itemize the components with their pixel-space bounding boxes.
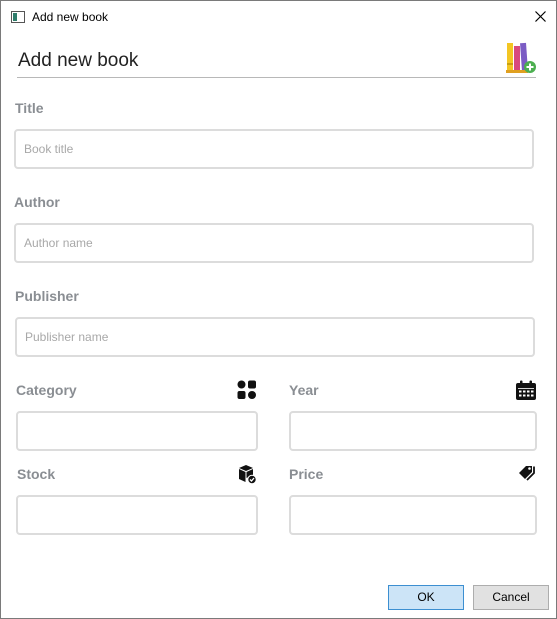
boxes-icon bbox=[239, 465, 257, 484]
dialog-header: Add new book bbox=[17, 41, 536, 78]
author-label: Author bbox=[14, 194, 60, 210]
cancel-button[interactable]: Cancel bbox=[473, 585, 549, 610]
price-label: Price bbox=[289, 466, 324, 482]
window-title: Add new book bbox=[32, 10, 109, 24]
title-field[interactable] bbox=[14, 129, 534, 169]
category-label: Category bbox=[16, 382, 77, 398]
dialog-window: Add new book Add new book Title Author P… bbox=[0, 0, 557, 619]
title-bar[interactable]: Add new book bbox=[1, 1, 556, 33]
page-title: Add new book bbox=[18, 50, 139, 71]
category-field[interactable] bbox=[16, 411, 258, 451]
ok-button[interactable]: OK bbox=[388, 585, 464, 610]
price-field[interactable] bbox=[289, 495, 537, 535]
calendar-icon bbox=[516, 380, 536, 400]
tag-icon bbox=[519, 466, 535, 481]
app-icon bbox=[11, 11, 25, 23]
year-label: Year bbox=[289, 382, 319, 398]
stock-field[interactable] bbox=[16, 495, 258, 535]
publisher-field[interactable] bbox=[15, 317, 535, 357]
close-icon bbox=[535, 11, 546, 22]
publisher-label: Publisher bbox=[15, 288, 79, 304]
books-add-icon bbox=[506, 42, 536, 73]
year-field[interactable] bbox=[289, 411, 537, 451]
close-button[interactable] bbox=[526, 1, 556, 33]
category-grid-icon bbox=[237, 380, 256, 399]
stock-label: Stock bbox=[17, 466, 56, 482]
title-label: Title bbox=[15, 100, 44, 116]
author-field[interactable] bbox=[14, 223, 534, 263]
